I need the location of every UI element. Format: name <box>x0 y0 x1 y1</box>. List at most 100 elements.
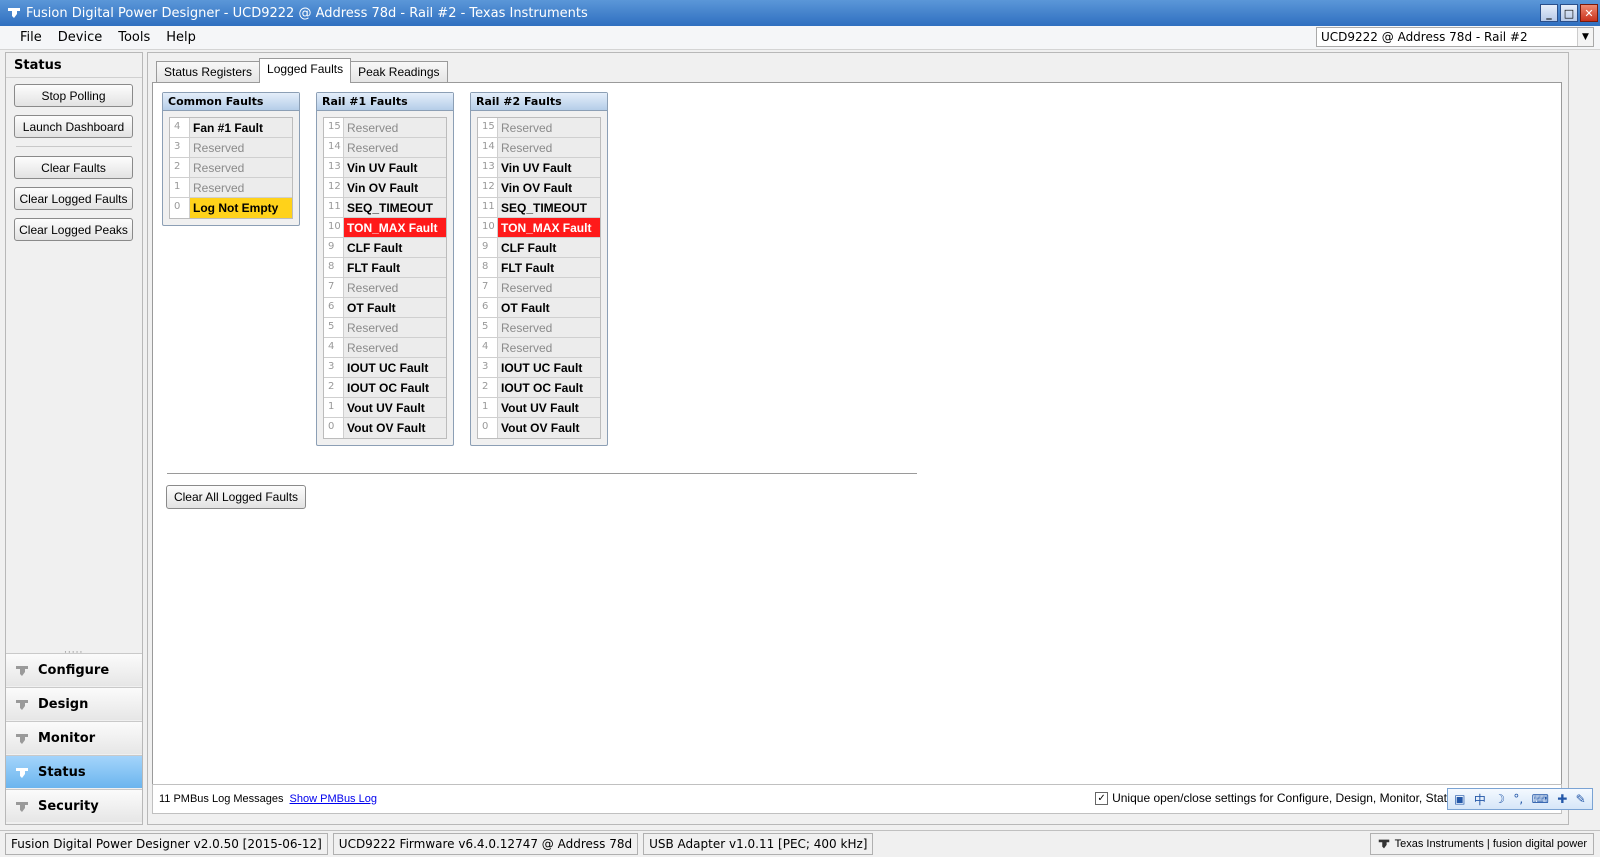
launch-dashboard-button[interactable]: Launch Dashboard <box>14 115 133 138</box>
fault-label: Reserved <box>344 318 446 337</box>
menu-help[interactable]: Help <box>158 30 204 45</box>
ti-state-icon <box>16 802 28 812</box>
fault-label: IOUT UC Fault <box>344 358 446 377</box>
fault-bit: 1 <box>170 178 190 197</box>
fault-row: 11 SEQ_TIMEOUT <box>478 198 600 218</box>
keyboard-icon[interactable]: ⌨ <box>1532 792 1549 806</box>
fault-bit: 15 <box>324 118 344 137</box>
clear-faults-button[interactable]: Clear Faults <box>14 156 133 179</box>
fault-label: Vin OV Fault <box>344 178 446 197</box>
logged-faults-panel: Common Faults 4 Fan #1 Fault 3 Reserved 2 Res… <box>152 82 1562 790</box>
fault-bit: 3 <box>478 358 498 377</box>
nav-security[interactable]: Security <box>6 789 142 822</box>
device-select[interactable]: UCD9222 @ Address 78d - Rail #2 ▼ <box>1316 27 1594 47</box>
ime-toolbar[interactable]: ▣ 中 ☽ °, ⌨ ✚ ✎ <box>1447 788 1593 810</box>
ime-punct-icon[interactable]: °, <box>1513 792 1523 806</box>
fault-bit: 9 <box>478 238 498 257</box>
nav-monitor[interactable]: Monitor <box>6 721 142 754</box>
fault-row: 3 Reserved <box>170 138 292 158</box>
fault-bit: 5 <box>324 318 344 337</box>
fault-label: IOUT UC Fault <box>498 358 600 377</box>
fault-label: Vout UV Fault <box>344 398 446 417</box>
fault-label: TON_MAX Fault <box>344 218 446 237</box>
fault-bit: 2 <box>478 378 498 397</box>
fault-bit: 1 <box>478 398 498 417</box>
tab-peak-readings[interactable]: Peak Readings <box>350 61 448 83</box>
fault-row: 2 IOUT OC Fault <box>478 378 600 398</box>
clear-logged-peaks-button[interactable]: Clear Logged Peaks <box>14 218 133 241</box>
fault-bit: 8 <box>324 258 344 277</box>
fault-label: SEQ_TIMEOUT <box>498 198 600 217</box>
fault-bit: 13 <box>478 158 498 177</box>
fault-row: 12 Vin OV Fault <box>324 178 446 198</box>
minimize-button[interactable]: _ <box>1540 4 1558 22</box>
fault-label: Reserved <box>190 158 292 177</box>
group-title: Rail #1 Faults <box>317 93 453 111</box>
menu-device[interactable]: Device <box>50 30 110 45</box>
ti-state-icon <box>16 768 28 778</box>
fault-row: 2 IOUT OC Fault <box>324 378 446 398</box>
fault-label: Vout OV Fault <box>344 418 446 438</box>
menu-tools[interactable]: Tools <box>110 30 158 45</box>
fault-label: Reserved <box>344 338 446 357</box>
fault-row: 15 Reserved <box>324 118 446 138</box>
ime-moon-icon[interactable]: ☽ <box>1494 792 1505 806</box>
fault-bit: 4 <box>170 118 190 137</box>
clear-logged-faults-button[interactable]: Clear Logged Faults <box>14 187 133 210</box>
stop-polling-button[interactable]: Stop Polling <box>14 84 133 107</box>
fault-label: Reserved <box>498 118 600 137</box>
ime-chinese-icon[interactable]: 中 <box>1474 791 1486 808</box>
maximize-button[interactable]: □ <box>1560 4 1578 22</box>
ti-state-icon <box>16 734 28 744</box>
clear-all-logged-faults-button[interactable]: Clear All Logged Faults <box>166 485 306 509</box>
fault-row: 0 Log Not Empty <box>170 198 292 218</box>
wrench-icon[interactable]: ✎ <box>1576 792 1586 806</box>
fault-bit: 7 <box>478 278 498 297</box>
fault-label: Reserved <box>498 138 600 157</box>
group-title: Rail #2 Faults <box>471 93 607 111</box>
show-pmbus-log-link[interactable]: Show PMBus Log <box>290 793 377 805</box>
fault-row: 15 Reserved <box>478 118 600 138</box>
ime-plus-icon[interactable]: ✚ <box>1557 792 1567 806</box>
fault-bit: 15 <box>478 118 498 137</box>
fault-bit: 6 <box>324 298 344 317</box>
fault-label: CLF Fault <box>344 238 446 257</box>
fault-bit: 0 <box>478 418 498 438</box>
fault-bit: 11 <box>324 198 344 217</box>
fault-bit: 5 <box>478 318 498 337</box>
status-bar: Fusion Digital Power Designer v2.0.50 [2… <box>0 830 1600 857</box>
fault-list: 15 Reserved 14 Reserved 13 Vin UV Fault 12 Vin … <box>477 117 601 439</box>
fault-bit: 3 <box>170 138 190 157</box>
nav-design[interactable]: Design <box>6 687 142 720</box>
close-button[interactable]: ✕ <box>1580 4 1598 22</box>
fault-label: SEQ_TIMEOUT <box>344 198 446 217</box>
nav-status[interactable]: Status <box>6 755 142 788</box>
fault-bit: 4 <box>478 338 498 357</box>
fault-label: TON_MAX Fault <box>498 218 600 237</box>
fault-row: 12 Vin OV Fault <box>478 178 600 198</box>
fault-row: 3 IOUT UC Fault <box>478 358 600 378</box>
nav-configure[interactable]: Configure <box>6 653 142 686</box>
unique-settings-checkbox[interactable]: ✓ <box>1095 791 1109 805</box>
fault-row: 4 Reserved <box>324 338 446 358</box>
fault-row: 1 Reserved <box>170 178 292 198</box>
fault-label: Reserved <box>344 278 446 297</box>
fault-row: 13 Vin UV Fault <box>478 158 600 178</box>
fault-row: 3 IOUT UC Fault <box>324 358 446 378</box>
fault-bit: 12 <box>324 178 344 197</box>
fault-row: 0 Vout OV Fault <box>324 418 446 438</box>
fault-label: FLT Fault <box>498 258 600 277</box>
tab-logged-faults[interactable]: Logged Faults <box>259 58 352 83</box>
fault-bit: 13 <box>324 158 344 177</box>
fault-label: OT Fault <box>498 298 600 317</box>
ime-mode-icon[interactable]: ▣ <box>1454 792 1465 806</box>
fault-row: 9 CLF Fault <box>324 238 446 258</box>
tab-status-registers[interactable]: Status Registers <box>156 61 261 83</box>
chevron-down-icon[interactable]: ▼ <box>1577 28 1593 46</box>
fault-row: 10 TON_MAX Fault <box>324 218 446 238</box>
fault-bit: 1 <box>324 398 344 417</box>
fault-label: CLF Fault <box>498 238 600 257</box>
menu-file[interactable]: File <box>12 30 50 45</box>
fault-row: 8 FLT Fault <box>324 258 446 278</box>
sidebar-divider <box>16 146 132 147</box>
